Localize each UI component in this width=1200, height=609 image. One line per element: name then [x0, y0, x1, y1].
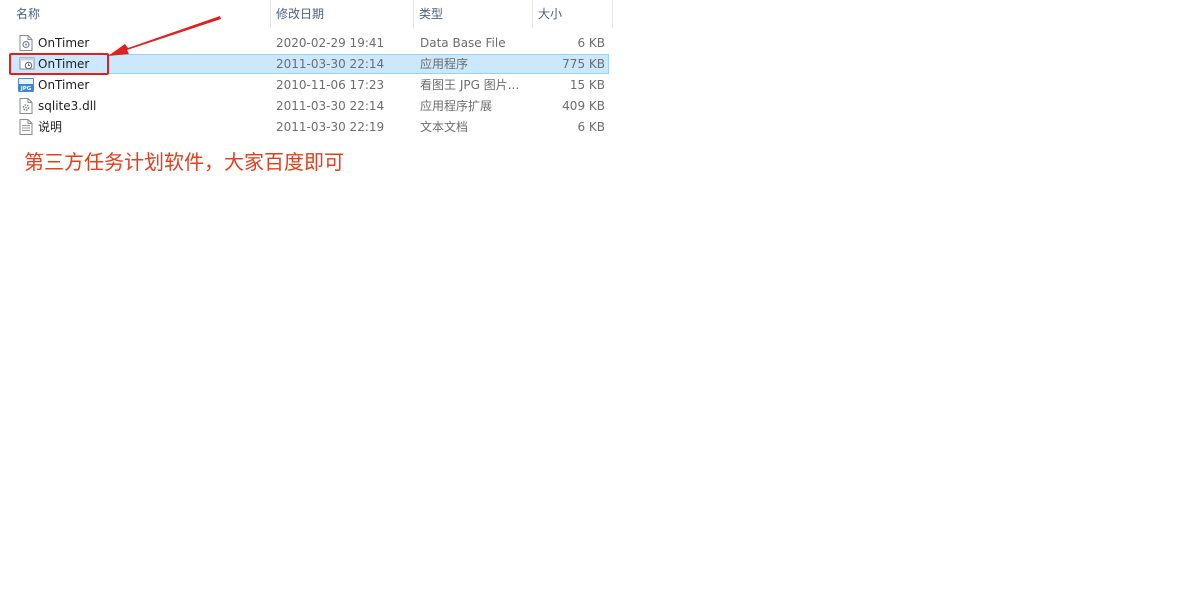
file-size: 775 KB: [562, 57, 605, 71]
file-name: sqlite3.dll: [38, 99, 97, 113]
annotation-note: 第三方任务计划软件，大家百度即可: [24, 150, 344, 174]
file-type: 文本文档: [420, 120, 469, 134]
file-type: Data Base File: [420, 36, 506, 50]
file-date: 2020-02-29 19:41: [276, 36, 385, 50]
file-type: 应用程序扩展: [420, 99, 493, 113]
svg-text:JPG: JPG: [20, 86, 32, 92]
file-date: 2011-03-30 22:19: [276, 120, 385, 134]
file-explorer-view: 名称 ^ 修改日期 类型 大小 OnTimer 2020-02-29 19:41…: [0, 0, 1200, 609]
file-size: 15 KB: [569, 78, 605, 92]
file-name: OnTimer: [38, 36, 90, 50]
file-name: 说明: [38, 120, 63, 134]
file-name: OnTimer: [38, 78, 90, 92]
file-date: 2011-03-30 22:14: [276, 99, 385, 113]
file-date: 2010-11-06 17:23: [276, 78, 385, 92]
file-type: 看图王 JPG 图片...: [420, 78, 520, 92]
column-header-type[interactable]: 类型: [413, 0, 532, 28]
column-header: 名称 ^ 修改日期 类型 大小: [0, 0, 613, 28]
column-header-date[interactable]: 修改日期: [270, 0, 413, 28]
file-row[interactable]: 说明 2011-03-30 22:19 文本文档 6 KB: [9, 117, 609, 137]
file-row[interactable]: sqlite3.dll 2011-03-30 22:14 应用程序扩展 409 …: [9, 96, 609, 116]
annotation-arrow-icon: [108, 16, 221, 56]
dll-file-icon: [19, 98, 33, 114]
file-row[interactable]: OnTimer 2020-02-29 19:41 Data Base File …: [9, 33, 609, 53]
sort-ascending-icon: ^: [134, 0, 146, 5]
file-row[interactable]: JPG OnTimer 2010-11-06 17:23 看图王 JPG 图片.…: [9, 75, 609, 95]
jpg-image-icon: JPG: [18, 78, 34, 92]
file-size: 6 KB: [577, 36, 605, 50]
column-header-size[interactable]: 大小: [532, 0, 612, 28]
file-size: 6 KB: [577, 120, 605, 134]
file-size: 409 KB: [562, 99, 605, 113]
column-divider[interactable]: [612, 0, 613, 28]
annotation-highlight-box: [9, 53, 109, 75]
file-date: 2011-03-30 22:14: [276, 57, 385, 71]
database-file-icon: [19, 35, 33, 51]
text-document-icon: [19, 119, 33, 135]
file-type: 应用程序: [420, 57, 469, 71]
